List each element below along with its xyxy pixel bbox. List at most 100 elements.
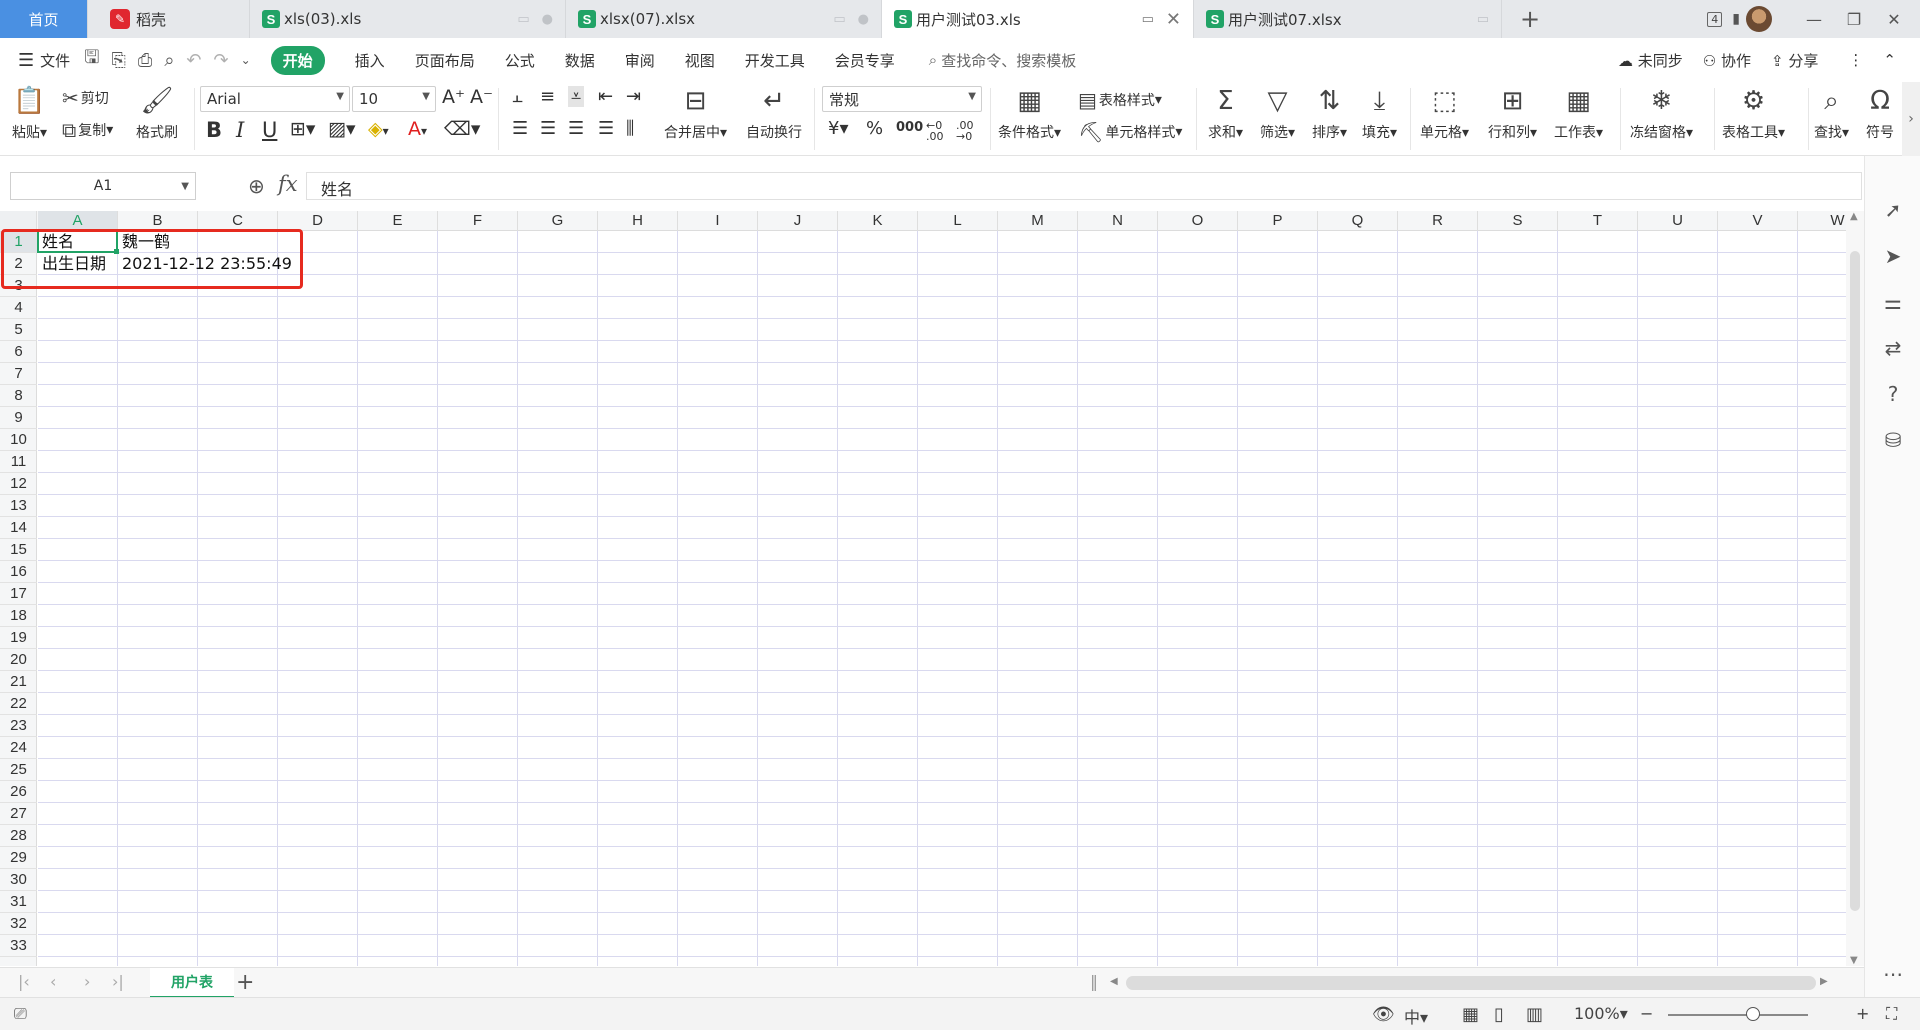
column-header-e[interactable]: E [358, 211, 438, 231]
row-header-6[interactable]: 6 [0, 341, 37, 363]
zoom-in-icon[interactable]: + [1856, 1004, 1869, 1023]
row-header-22[interactable]: 22 [0, 693, 37, 715]
vertical-scroll-thumb[interactable] [1850, 251, 1860, 911]
cut-button[interactable]: ✂ 剪切 [62, 86, 109, 110]
filter-button[interactable]: ▽ 筛选▾ [1260, 86, 1295, 142]
macro-record-icon[interactable]: ⎚ [14, 1004, 27, 1024]
distributed-align-icon[interactable]: ⫼ [626, 118, 634, 139]
increase-indent-icon[interactable]: ⇥ [626, 86, 641, 107]
tab-home[interactable]: 首页 [0, 0, 88, 38]
align-left-icon[interactable]: ☰ [512, 118, 528, 139]
font-name-select[interactable]: Arial ▼ [200, 86, 350, 112]
vertical-scrollbar[interactable]: ▲ ▼ [1846, 211, 1864, 966]
tab-user-test-03[interactable]: S 用户测试03.xls ▭ ✕ [882, 0, 1194, 38]
bold-icon[interactable]: B [206, 118, 222, 142]
underline-icon[interactable]: U [262, 118, 277, 142]
row-header-9[interactable]: 9 [0, 407, 37, 429]
scroll-down-icon[interactable]: ▼ [1850, 955, 1858, 966]
prev-sheet-icon[interactable]: ‹ [50, 972, 56, 991]
first-sheet-icon[interactable]: |‹ [18, 972, 30, 991]
sync-status[interactable]: ☁ 未同步 [1618, 50, 1683, 71]
row-header-5[interactable]: 5 [0, 319, 37, 341]
column-header-o[interactable]: O [1158, 211, 1238, 231]
zoom-slider-knob[interactable] [1746, 1007, 1760, 1021]
column-header-a[interactable]: A [38, 211, 118, 231]
user-avatar[interactable] [1746, 6, 1772, 32]
menu-review[interactable]: 审阅 [625, 50, 655, 71]
justify-icon[interactable]: ☰ [598, 118, 614, 139]
row-header-27[interactable]: 27 [0, 803, 37, 825]
column-header-h[interactable]: H [598, 211, 678, 231]
align-bottom-icon[interactable]: ⩡ [568, 86, 585, 107]
share-button[interactable]: ⇪ 分享 [1771, 50, 1818, 71]
scroll-up-icon[interactable]: ▲ [1850, 211, 1858, 222]
column-header-b[interactable]: B [118, 211, 198, 231]
align-top-icon[interactable]: ⫠ [512, 86, 523, 107]
menu-formula[interactable]: 公式 [505, 50, 535, 71]
clear-format-eraser-icon[interactable]: ⌫▾ [444, 118, 480, 140]
scroll-right-icon[interactable]: ▶ [1820, 976, 1828, 987]
row-header-30[interactable]: 30 [0, 869, 37, 891]
column-header-c[interactable]: C [198, 211, 278, 231]
font-size-select[interactable]: 10 ▼ [352, 86, 436, 112]
ribbon-scroll-right-icon[interactable]: › [1902, 82, 1920, 156]
column-header-k[interactable]: K [838, 211, 918, 231]
row-header-15[interactable]: 15 [0, 539, 37, 561]
input-method-icon[interactable]: 中▾ [1404, 1004, 1428, 1028]
decrease-decimal-icon[interactable]: .00 →0 [956, 120, 980, 142]
menu-insert[interactable]: 插入 [355, 50, 385, 71]
menu-member[interactable]: 会员专享 [835, 50, 895, 71]
table-tools-button[interactable]: ⚙ 表格工具▾ [1722, 86, 1785, 142]
row-header-11[interactable]: 11 [0, 451, 37, 473]
sum-button[interactable]: Σ 求和▾ [1208, 86, 1243, 142]
row-header-32[interactable]: 32 [0, 913, 37, 935]
column-header-m[interactable]: M [998, 211, 1078, 231]
symbol-button[interactable]: Ω 符号 [1866, 86, 1894, 142]
row-header-14[interactable]: 14 [0, 517, 37, 539]
page-layout-view-icon[interactable]: ▯ [1494, 1004, 1504, 1025]
tab-docer[interactable]: ✎ 稻壳 [88, 0, 250, 38]
column-header-r[interactable]: R [1398, 211, 1478, 231]
insert-function-icon[interactable]: fx [278, 172, 298, 196]
cell-style-button[interactable]: ⛏ 单元格样式 ▾ [1078, 120, 1182, 144]
select-all-corner[interactable] [0, 211, 37, 231]
cell-button[interactable]: ⬚ 单元格▾ [1420, 86, 1469, 142]
row-header-31[interactable]: 31 [0, 891, 37, 913]
tab-user-test-07[interactable]: S 用户测试07.xlsx ▭ [1194, 0, 1502, 38]
export-pdf-icon[interactable]: ⎘ [112, 50, 126, 71]
tab-xls03[interactable]: S xls(03).xls ▭ ● [250, 0, 566, 38]
border-icon[interactable]: ⊞▾ [290, 118, 315, 140]
paste-button[interactable]: 📋 粘贴▾ [12, 86, 47, 142]
thousands-separator-icon[interactable]: 000 [896, 120, 923, 135]
row-col-button[interactable]: ⊞ 行和列▾ [1488, 86, 1537, 142]
redo-icon[interactable]: ↷ [214, 50, 229, 71]
undo-icon[interactable]: ↶ [186, 50, 201, 71]
menu-view[interactable]: 视图 [685, 50, 715, 71]
font-color-icon[interactable]: A▾ [408, 118, 427, 140]
horizontal-scroll-thumb[interactable] [1126, 976, 1816, 990]
increase-font-icon[interactable]: A⁺ [442, 86, 465, 108]
italic-icon[interactable]: I [236, 118, 244, 142]
cell-fill-pattern-icon[interactable]: ▨▾ [328, 118, 356, 140]
percent-icon[interactable]: % [866, 118, 883, 139]
eye-protection-icon[interactable]: 👁 [1372, 1004, 1395, 1025]
qat-more-chevron-down-icon[interactable]: ⌄ [241, 53, 251, 67]
tab-pin-icon[interactable]: ▭ [1477, 12, 1489, 27]
row-header-25[interactable]: 25 [0, 759, 37, 781]
sort-button[interactable]: ⇅ 排序▾ [1312, 86, 1347, 142]
backup-icon[interactable]: ⛁ [1865, 428, 1920, 452]
column-header-s[interactable]: S [1478, 211, 1558, 231]
spreadsheet-grid[interactable]: ABCDEFGHIJKLMNOPQRSTUVW 1 2 3 4 5 6 7 8 9 10 11 12 1… [0, 211, 1846, 966]
menu-data[interactable]: 数据 [565, 50, 595, 71]
row-header-12[interactable]: 12 [0, 473, 37, 495]
column-header-v[interactable]: V [1718, 211, 1798, 231]
row-header-21[interactable]: 21 [0, 671, 37, 693]
row-header-33[interactable]: 33 [0, 935, 37, 957]
new-tab-plus-icon[interactable]: + [1512, 0, 1548, 38]
row-header-17[interactable]: 17 [0, 583, 37, 605]
menu-start[interactable]: 开始 [270, 45, 325, 75]
minimize-icon[interactable]: — [1794, 10, 1834, 29]
row-header-18[interactable]: 18 [0, 605, 37, 627]
column-header-u[interactable]: U [1638, 211, 1718, 231]
normal-view-icon[interactable]: ▦ [1462, 1004, 1479, 1025]
